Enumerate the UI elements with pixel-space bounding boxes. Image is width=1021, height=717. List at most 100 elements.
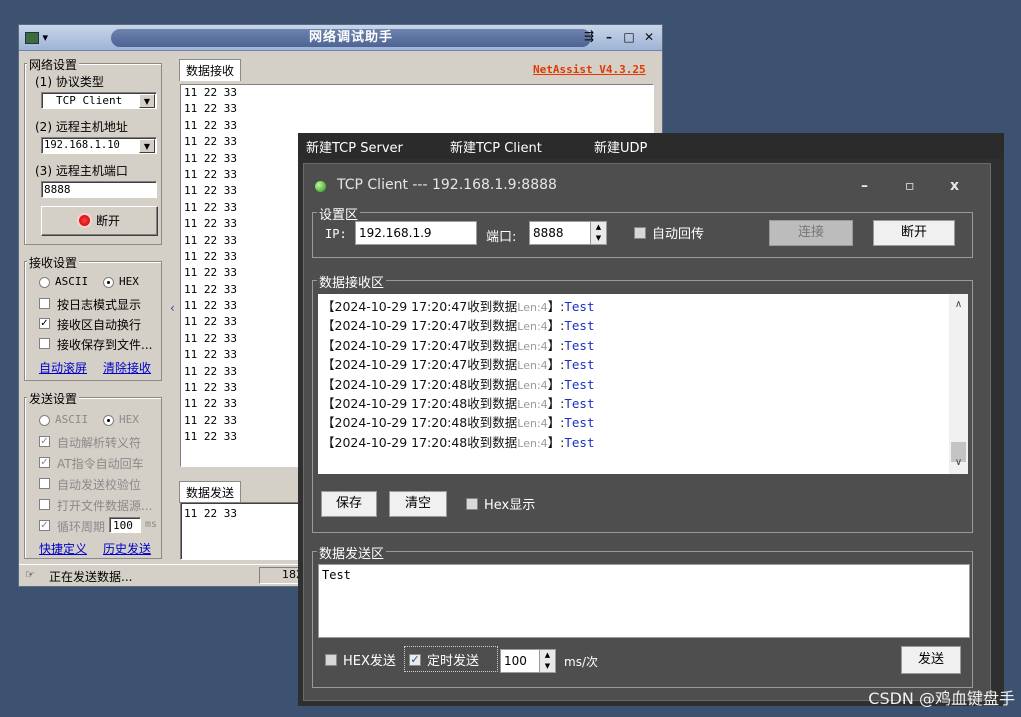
- recv-log-end: 】:: [547, 318, 565, 334]
- recv-ascii-radio[interactable]: [39, 277, 50, 288]
- scroll-down-icon[interactable]: ∨: [949, 455, 968, 471]
- recv-log-len: Len:4: [517, 436, 548, 450]
- save-button[interactable]: 保存: [321, 491, 377, 517]
- port-label-tc: 端口:: [486, 230, 517, 245]
- cycle-input[interactable]: 100: [109, 517, 141, 533]
- send-button[interactable]: 发送: [901, 646, 961, 674]
- cycle-unit: ms: [145, 519, 158, 530]
- clear-button[interactable]: 清空: [389, 491, 447, 517]
- timed-send-checkbox[interactable]: ✓: [409, 654, 421, 666]
- menu-new-tcp-server[interactable]: 新建TCP Server: [306, 137, 403, 156]
- recv-log-text: Test: [564, 395, 595, 411]
- shortcut-link[interactable]: 快捷定义: [39, 540, 87, 557]
- protocol-label: (1) 协议类型: [35, 75, 104, 89]
- close-button[interactable]: ✕: [640, 29, 658, 47]
- scroll-up-icon[interactable]: ∧: [949, 297, 968, 313]
- recv-line: 11 22 33: [184, 102, 237, 116]
- disconnect-button[interactable]: 断开: [41, 206, 158, 236]
- hex-send-checkbox[interactable]: [325, 654, 337, 666]
- recv-log-ts: 【2024-10-29 17:20:47收到数据: [322, 337, 518, 353]
- interval-input[interactable]: 100 ▲ ▼: [500, 649, 556, 673]
- recv-hex-label: HEX: [119, 275, 139, 288]
- recv-log-end: 】:: [547, 434, 565, 450]
- menubar: 新建TCP Server 新建TCP Client 新建UDP: [298, 133, 1004, 159]
- port-spinner[interactable]: ▲ ▼: [590, 222, 606, 244]
- auto-scroll-link[interactable]: 自动滚屏: [39, 359, 87, 376]
- connect-button[interactable]: 连接: [769, 220, 853, 246]
- chevron-down-icon[interactable]: ▼: [139, 139, 155, 153]
- recv-scrollbar[interactable]: ∧ ∨: [949, 294, 968, 474]
- netassist-title: 网络调试助手: [111, 29, 591, 47]
- timed-send-focus[interactable]: ✓ 定时发送: [404, 646, 498, 672]
- sending-icon: ☞: [25, 568, 35, 581]
- recv-log-text: Test: [564, 318, 595, 334]
- checksum-checkbox[interactable]: [39, 478, 50, 489]
- clear-recv-link[interactable]: 清除接收: [103, 359, 151, 376]
- host-label: (2) 远程主机地址: [35, 120, 128, 134]
- send-textarea[interactable]: Test: [318, 564, 970, 638]
- recv-log-len: Len:4: [517, 320, 548, 334]
- recv-log-end: 】:: [547, 415, 565, 431]
- recv-log-len: Len:4: [517, 301, 548, 314]
- recv-log-ts: 【2024-10-29 17:20:47收到数据: [322, 357, 518, 373]
- tab-data-send[interactable]: 数据发送: [179, 481, 242, 503]
- recv-log-len: Len:4: [517, 378, 548, 392]
- auto-wrap-checkbox[interactable]: ✓: [39, 318, 50, 329]
- auto-echo-label: 自动回传: [652, 227, 705, 242]
- recv-log-text: Test: [564, 357, 595, 373]
- send-ascii-radio[interactable]: [39, 415, 50, 426]
- recv-settings-title: 接收设置: [27, 254, 80, 271]
- send-settings-group: 发送设置 ASCII HEX ✓ 自动解析转义符 ✓ AT指令自动回车 自动发送…: [24, 390, 162, 559]
- recv-hex-radio[interactable]: [103, 277, 114, 288]
- menu-new-udp[interactable]: 新建UDP: [594, 137, 647, 156]
- version-link[interactable]: NetAssist V4.3.25: [533, 63, 646, 76]
- ip-input[interactable]: 192.168.1.9: [355, 221, 477, 245]
- host-combo[interactable]: 192.168.1.10 ▼: [41, 137, 157, 154]
- send-hex-radio[interactable]: [103, 415, 114, 426]
- open-file-checkbox[interactable]: [39, 499, 50, 510]
- tc-maximize-button[interactable]: ▫: [905, 178, 915, 194]
- hex-display-label: Hex显示: [484, 498, 536, 513]
- ip-label: IP:: [325, 227, 347, 241]
- chevron-down-icon[interactable]: ▼: [139, 94, 155, 108]
- protocol-combo[interactable]: TCP Client ▼: [41, 92, 157, 109]
- disconnect-button-tc[interactable]: 断开: [873, 220, 955, 246]
- history-link[interactable]: 历史发送: [103, 540, 151, 557]
- port-input-tc[interactable]: 8888 ▲ ▼: [529, 221, 607, 245]
- cycle-checkbox[interactable]: ✓: [39, 520, 50, 531]
- netassist-titlebar: ▾ 网络调试助手 ⇶ – □ ✕: [19, 25, 662, 51]
- recv-log-len: Len:4: [517, 417, 548, 431]
- net-settings-title: 网络设置: [27, 56, 80, 73]
- status-led-icon: [315, 181, 326, 192]
- send-title: 数据发送区: [317, 543, 387, 562]
- recv-log[interactable]: 【2024-10-29 17:20:47收到数据Len:4】:Test 【2024…: [318, 294, 968, 474]
- system-menu-button[interactable]: ▾: [25, 30, 63, 46]
- recv-log-row: 【2024-10-29 17:20:47收到数据Len:4】:Test: [318, 316, 968, 335]
- save-file-checkbox[interactable]: [39, 338, 50, 349]
- recv-log-end: 】:: [547, 357, 565, 373]
- settings-group: 设置区 IP: 192.168.1.9 端口: 8888 ▲ ▼ 自动回传 连接 …: [312, 204, 973, 258]
- recv-log-end: 】:: [547, 337, 565, 353]
- maximize-button[interactable]: □: [620, 29, 638, 47]
- tab-data-recv[interactable]: 数据接收: [179, 59, 242, 81]
- log-mode-label: 按日志模式显示: [57, 298, 142, 312]
- recv-log-len: Len:4: [517, 359, 548, 373]
- menu-new-tcp-client[interactable]: 新建TCP Client: [450, 137, 542, 156]
- recv-log-ts: 【2024-10-29 17:20:47收到数据: [322, 299, 518, 314]
- auto-echo-checkbox[interactable]: [634, 227, 646, 239]
- collapse-arrow-icon[interactable]: ‹: [170, 301, 175, 315]
- log-mode-checkbox[interactable]: [39, 298, 50, 309]
- tc-close-button[interactable]: x: [950, 178, 959, 194]
- recv-log-row: 【2024-10-29 17:20:47收到数据Len:4】:Test: [318, 297, 968, 316]
- auto-escape-checkbox[interactable]: ✓: [39, 436, 50, 447]
- port-input[interactable]: 8888: [41, 181, 157, 198]
- at-cmd-checkbox[interactable]: ✓: [39, 457, 50, 468]
- recv-log-text: Test: [564, 337, 595, 353]
- save-file-label: 接收保存到文件...: [57, 338, 153, 352]
- minimize-button[interactable]: –: [600, 29, 618, 47]
- pin-icon[interactable]: ⇶: [584, 29, 594, 43]
- tc-minimize-button[interactable]: –: [861, 178, 868, 194]
- hex-display-checkbox[interactable]: [466, 498, 478, 510]
- interval-spinner[interactable]: ▲ ▼: [539, 650, 555, 672]
- recv-log-ts: 【2024-10-29 17:20:48收到数据: [322, 395, 518, 411]
